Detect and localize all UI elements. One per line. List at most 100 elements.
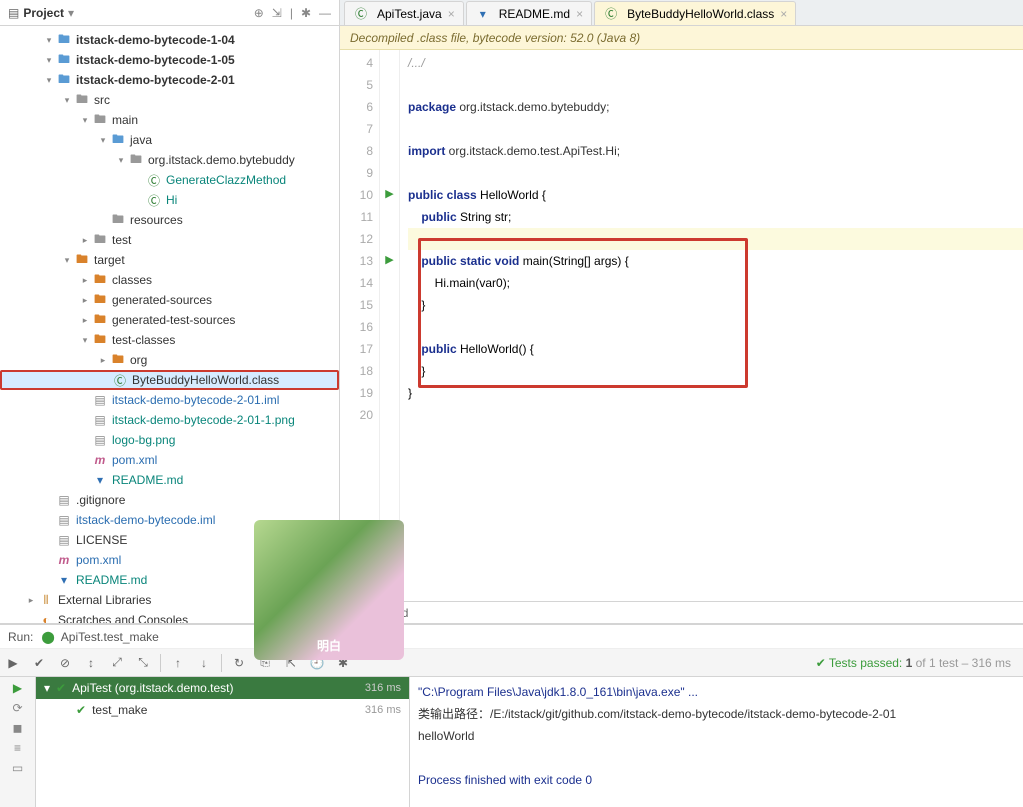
chevron-icon[interactable]: ▸	[96, 355, 110, 366]
tree-item[interactable]: ▸▤.gitignore	[0, 490, 339, 510]
tree-item-label: target	[94, 253, 125, 267]
rerun-failed-button[interactable]: ↻	[226, 650, 252, 676]
test-suite-row[interactable]: ▾✔ ApiTest (org.itstack.demo.test) 316 m…	[36, 677, 409, 699]
prev-button[interactable]: ↑	[165, 650, 191, 676]
tree-item[interactable]: ▸🖿 org	[0, 350, 339, 370]
folder-orange-icon: 🖿	[110, 352, 126, 368]
tree-item[interactable]: ▾🖿test-classes	[0, 330, 339, 350]
tree-item[interactable]: ▸▤itstack-demo-bytecode-2-01.iml	[0, 390, 339, 410]
pin-icon[interactable]: ▭	[12, 761, 23, 775]
close-tab-icon[interactable]: ×	[780, 7, 787, 21]
expand-button[interactable]: ⤢	[104, 650, 130, 676]
chevron-icon[interactable]: ▾	[96, 135, 110, 146]
editor-tab[interactable]: ⒸApiTest.java×	[344, 1, 464, 25]
maven-icon: m	[92, 452, 108, 468]
tree-item-label: logo-bg.png	[112, 433, 175, 447]
md-icon: ▾	[56, 572, 72, 588]
run-side-toolbar: ▶ ⟳ ◼ ≡ ▭	[0, 677, 36, 807]
tree-item[interactable]: ▾🖿itstack-demo-bytecode-2-01	[0, 70, 339, 90]
chevron-icon[interactable]: ▸	[78, 275, 92, 286]
sort-button[interactable]: ↕	[78, 650, 104, 676]
tree-item[interactable]: ▸🖿generated-sources	[0, 290, 339, 310]
tree-item-label: Scratches and Consoles	[58, 613, 188, 623]
expand-all-icon[interactable]: ⇲	[272, 6, 282, 20]
file-icon: ▤	[92, 412, 108, 428]
code-editor[interactable]: /.../ package org.itstack.demo.bytebuddy…	[400, 50, 1023, 601]
tree-item-label: README.md	[112, 473, 183, 487]
folder-gray-icon: 🖿	[110, 212, 126, 228]
run-label: Run:	[8, 630, 33, 644]
tree-item[interactable]: ▸▤itstack-demo-bytecode-2-01-1.png	[0, 410, 339, 430]
locate-icon[interactable]: ⊕	[254, 6, 264, 20]
tree-item[interactable]: ▾🖿src	[0, 90, 339, 110]
chevron-icon[interactable]: ▾	[42, 75, 56, 86]
file-icon: ▤	[92, 392, 108, 408]
chevron-icon[interactable]: ▾	[42, 55, 56, 66]
tree-item[interactable]: ▸▤logo-bg.png	[0, 430, 339, 450]
collapse-button[interactable]: ⤡	[130, 650, 156, 676]
lib-icon: ⫴	[38, 592, 54, 608]
run-line-marker-icon[interactable]: ▶	[380, 182, 399, 204]
toggle-pass-button[interactable]: ✔	[26, 650, 52, 676]
folder-blue-icon: 🖿	[110, 132, 126, 148]
tree-item[interactable]: ▸🖿test	[0, 230, 339, 250]
chevron-icon[interactable]: ▾	[78, 335, 92, 346]
chevron-icon[interactable]: ▸	[78, 235, 92, 246]
project-dropdown-icon[interactable]: ▾	[68, 6, 74, 20]
layout-icon[interactable]: ≡	[14, 741, 21, 755]
chevron-icon[interactable]: ▾	[78, 115, 92, 126]
tree-item[interactable]: ▸🖿generated-test-sources	[0, 310, 339, 330]
hide-icon[interactable]: —	[319, 6, 331, 20]
run-line-marker-icon[interactable]: ▶	[380, 248, 399, 270]
chevron-icon[interactable]: ▸	[24, 595, 38, 606]
tree-item[interactable]: ▸🖿classes	[0, 270, 339, 290]
tree-item[interactable]: ▾🖿target	[0, 250, 339, 270]
folder-gray-icon: 🖿	[128, 152, 144, 168]
chevron-icon[interactable]: ▸	[78, 315, 92, 326]
editor-tab[interactable]: ▾README.md×	[466, 1, 592, 25]
tree-item[interactable]: ▾🖿 java	[0, 130, 339, 150]
file-icon: ▤	[56, 532, 72, 548]
folder-gray-icon: 🖿	[92, 112, 108, 128]
tree-item-label: GenerateClazzMethod	[166, 173, 286, 187]
tree-item[interactable]: ▾🖿itstack-demo-bytecode-1-05	[0, 50, 339, 70]
run-config-name[interactable]: ApiTest.test_make	[61, 630, 159, 644]
tree-item[interactable]: ▾🖿main	[0, 110, 339, 130]
chevron-icon[interactable]: ▾	[60, 95, 74, 106]
tree-item-label: java	[130, 133, 152, 147]
test-tree[interactable]: ▾✔ ApiTest (org.itstack.demo.test) 316 m…	[36, 677, 410, 807]
tree-item-label: pom.xml	[112, 453, 157, 467]
toggle-ignore-button[interactable]: ⊘	[52, 650, 78, 676]
folder-blue-icon: 🖿	[56, 32, 72, 48]
tree-item[interactable]: ▸🖿resources	[0, 210, 339, 230]
class-icon: Ⓒ	[146, 172, 162, 188]
close-tab-icon[interactable]: ×	[448, 7, 455, 21]
stop-icon[interactable]: ◼	[13, 721, 23, 735]
editor-tab[interactable]: ⒸByteBuddyHelloWorld.class×	[594, 1, 796, 25]
tree-item[interactable]: ▸mpom.xml	[0, 450, 339, 470]
line-number-gutter: 4567891011121314151617181920	[340, 50, 380, 601]
rerun-icon[interactable]: ▶	[13, 681, 22, 695]
tree-item[interactable]: ▸ⒸGenerateClazzMethod	[0, 170, 339, 190]
console-output[interactable]: "C:\Program Files\Java\jdk1.8.0_161\bin\…	[410, 677, 1023, 807]
chevron-icon[interactable]: ▾	[42, 35, 56, 46]
tree-item[interactable]: ▾🖿itstack-demo-bytecode-1-04	[0, 30, 339, 50]
tree-item[interactable]: ▸ⒸByteBuddyHelloWorld.class	[0, 370, 339, 390]
chevron-icon[interactable]: ▾	[114, 155, 128, 166]
close-tab-icon[interactable]: ×	[576, 7, 583, 21]
tree-item[interactable]: ▸ⒸHi	[0, 190, 339, 210]
rerun-button[interactable]: ▶	[0, 650, 26, 676]
tree-item-label: org	[130, 353, 147, 367]
next-button[interactable]: ↓	[191, 650, 217, 676]
tree-item[interactable]: ▸▾README.md	[0, 470, 339, 490]
chevron-icon[interactable]: ▸	[78, 295, 92, 306]
tree-item-label: test-classes	[112, 333, 175, 347]
test-case-row[interactable]: ✔test_make 316 ms	[36, 699, 409, 721]
project-title[interactable]: Project	[23, 6, 64, 20]
tree-item[interactable]: ▾🖿org.itstack.demo.bytebuddy	[0, 150, 339, 170]
chevron-icon[interactable]: ▾	[60, 255, 74, 266]
breadcrumb-bar[interactable]: HelloWorld	[340, 601, 1023, 623]
tree-item-label: itstack-demo-bytecode-2-01-1.png	[112, 413, 295, 427]
settings-gear-icon[interactable]: ✱	[301, 6, 311, 20]
step-icon[interactable]: ⟳	[12, 701, 22, 715]
